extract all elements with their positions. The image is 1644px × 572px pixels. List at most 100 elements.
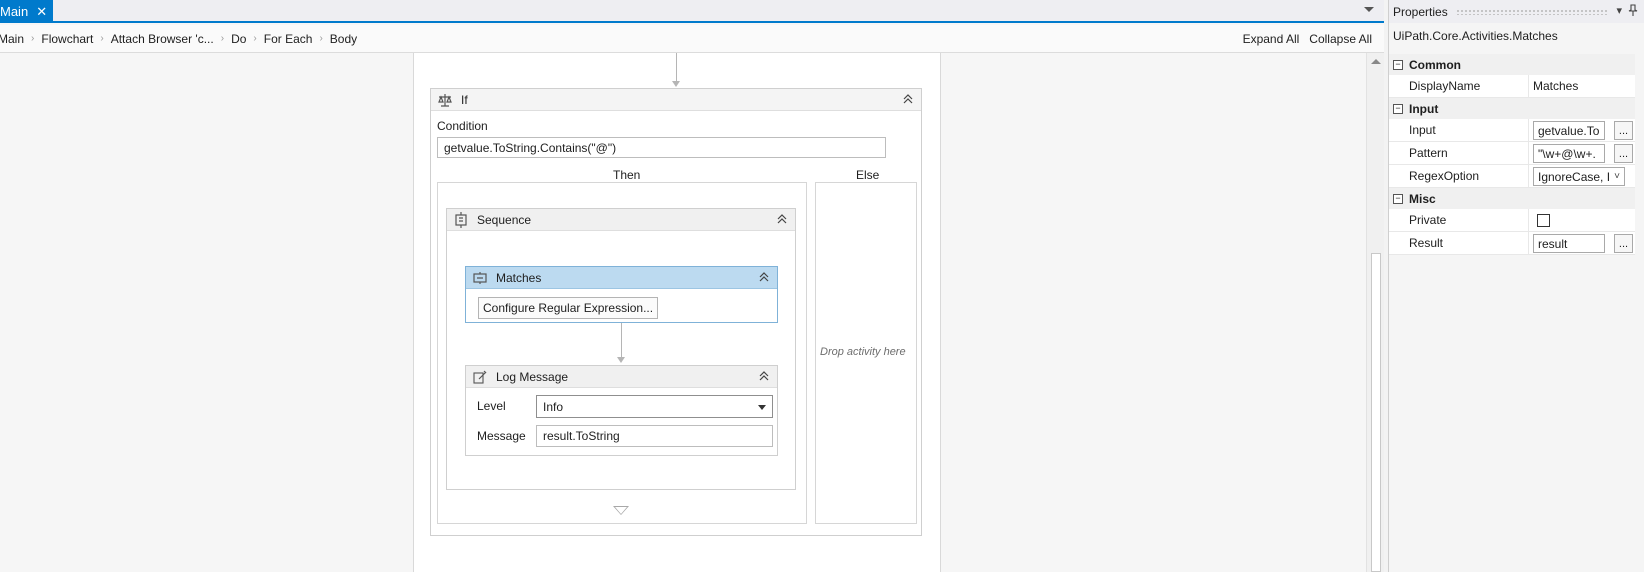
chevron-down-icon[interactable]: ˅ — [1610, 168, 1624, 185]
collapse-minus-icon[interactable]: − — [1393, 193, 1403, 204]
log-message-pencil-icon — [472, 369, 488, 385]
collapse-minus-icon[interactable]: − — [1393, 59, 1403, 70]
property-name: Input — [1389, 119, 1529, 141]
collapse-icon[interactable] — [757, 369, 771, 383]
tab-main[interactable]: Main ✕ — [0, 0, 54, 23]
breadcrumb-item-flowchart[interactable]: Flowchart — [41, 32, 93, 46]
breadcrumb-item-body[interactable]: Body — [330, 32, 357, 46]
tab-list-dropdown-icon[interactable] — [1364, 7, 1374, 12]
connector-line — [676, 53, 677, 81]
property-row-input[interactable]: Input getvalue.To ... — [1389, 119, 1635, 142]
collapse-minus-icon[interactable]: − — [1393, 103, 1403, 114]
property-row-pattern[interactable]: Pattern "\w+@\w+. ... — [1389, 142, 1635, 165]
result-value-field[interactable]: result — [1533, 234, 1605, 253]
condition-input[interactable]: getvalue.ToString.Contains("@") — [437, 137, 886, 158]
breadcrumb-item-for-each[interactable]: For Each — [264, 32, 313, 46]
panel-dropdown-icon[interactable]: ▾ — [1616, 4, 1622, 19]
scrollbar-thumb[interactable] — [1371, 253, 1381, 572]
message-label: Message — [477, 429, 526, 443]
breadcrumb-item-do[interactable]: Do — [231, 32, 246, 46]
properties-panel: Properties ▾ UiPath.Core.Activities.Matc… — [1388, 0, 1644, 572]
property-value-cell — [1529, 209, 1635, 231]
property-value-cell: "\w+@\w+. ... — [1529, 142, 1635, 164]
sequence-icon — [453, 211, 469, 228]
property-name: RegexOption — [1389, 165, 1529, 187]
property-value-cell: getvalue.To ... — [1529, 119, 1635, 141]
breadcrumb-separator-icon: › — [319, 33, 323, 44]
drop-zone-triangle-icon[interactable] — [613, 506, 629, 515]
displayname-value[interactable]: Matches — [1529, 75, 1635, 97]
property-name: Private — [1389, 209, 1529, 231]
log-message-activity-header[interactable]: Log Message — [466, 366, 777, 388]
property-value-cell: IgnoreCase, I ˅ — [1529, 165, 1635, 187]
panel-grip[interactable] — [1455, 8, 1609, 15]
collapse-all-button[interactable]: Collapse All — [1309, 32, 1372, 46]
result-ellipsis-button[interactable]: ... — [1614, 234, 1633, 253]
level-select[interactable]: Info — [536, 395, 773, 418]
document-tabstrip: Main ✕ — [0, 0, 1384, 23]
property-row-regexoption[interactable]: RegexOption IgnoreCase, I ˅ — [1389, 165, 1635, 188]
connector-line — [621, 323, 622, 357]
breadcrumb-separator-icon: › — [100, 33, 104, 44]
chevron-down-icon — [758, 405, 766, 410]
breadcrumb-actions: Expand All Collapse All — [1243, 25, 1372, 53]
regexoption-combobox[interactable]: IgnoreCase, I ˅ — [1533, 167, 1625, 186]
configure-regex-button[interactable]: Configure Regular Expression... — [478, 297, 659, 319]
log-message-activity[interactable]: Log Message Level Info Message result.To… — [465, 365, 778, 456]
breadcrumb-item-main[interactable]: Main — [0, 32, 24, 46]
pattern-ellipsis-button[interactable]: ... — [1614, 144, 1633, 163]
then-label: Then — [613, 168, 641, 182]
sequence-activity-header[interactable]: Sequence — [447, 209, 795, 231]
workflow-designer: Main ✕ Main › Flowchart › Attach Browser… — [0, 0, 1384, 572]
breadcrumb-separator-icon: › — [253, 33, 257, 44]
properties-title-bar: Properties ▾ — [1389, 0, 1644, 23]
category-common[interactable]: − Common — [1389, 54, 1635, 75]
property-name: Result — [1389, 232, 1529, 254]
private-checkbox[interactable] — [1537, 213, 1550, 227]
property-name: Pattern — [1389, 142, 1529, 164]
expand-all-button[interactable]: Expand All — [1243, 32, 1300, 46]
else-label: Else — [856, 168, 880, 182]
log-message-activity-title: Log Message — [496, 369, 569, 384]
input-value-field[interactable]: getvalue.To — [1533, 121, 1605, 140]
pin-icon[interactable] — [1628, 4, 1638, 19]
matches-activity[interactable]: Matches Configure Regular Expression... — [465, 266, 778, 323]
pattern-value-field[interactable]: "\w+@\w+. — [1533, 144, 1605, 163]
category-misc-label: Misc — [1409, 191, 1436, 206]
else-drop-hint: Drop activity here — [820, 346, 906, 358]
breadcrumb-separator-icon: › — [220, 33, 225, 44]
matches-activity-header[interactable]: Matches — [466, 267, 777, 289]
level-select-value: Info — [543, 399, 564, 414]
scroll-up-icon[interactable] — [1371, 59, 1381, 64]
property-row-displayname[interactable]: DisplayName Matches — [1389, 75, 1635, 98]
property-name: DisplayName — [1389, 75, 1529, 97]
category-common-label: Common — [1409, 57, 1461, 72]
collapse-icon[interactable] — [775, 212, 789, 226]
matches-regex-icon — [472, 270, 488, 286]
panel-controls: ▾ — [1616, 4, 1644, 19]
breadcrumb: Main › Flowchart › Attach Browser 'c... … — [0, 25, 1384, 53]
breadcrumb-item-attach-browser[interactable]: Attach Browser 'c... — [111, 32, 214, 46]
input-ellipsis-button[interactable]: ... — [1614, 121, 1633, 140]
sequence-activity-title: Sequence — [477, 212, 532, 227]
if-activity-header[interactable]: If — [431, 89, 921, 111]
property-value-cell: result ... — [1529, 232, 1635, 254]
properties-type-name: UiPath.Core.Activities.Matches — [1393, 29, 1558, 43]
properties-title: Properties — [1393, 4, 1448, 19]
message-input[interactable]: result.ToString — [536, 425, 773, 447]
property-row-private[interactable]: Private — [1389, 209, 1635, 232]
condition-label: Condition — [437, 119, 488, 133]
collapse-icon[interactable] — [901, 92, 915, 106]
category-misc[interactable]: − Misc — [1389, 188, 1635, 209]
collapse-icon[interactable] — [757, 270, 771, 284]
category-input[interactable]: − Input — [1389, 98, 1635, 119]
property-row-result[interactable]: Result result ... — [1389, 232, 1635, 255]
regexoption-value: IgnoreCase, I — [1538, 169, 1611, 184]
tab-main-label: Main — [0, 4, 29, 19]
connector-arrow-icon — [617, 357, 625, 363]
else-branch[interactable]: Drop activity here — [815, 182, 917, 524]
designer-vertical-scrollbar[interactable] — [1366, 53, 1384, 572]
close-icon[interactable]: ✕ — [36, 5, 47, 18]
matches-activity-title: Matches — [496, 270, 542, 285]
category-input-label: Input — [1409, 101, 1439, 116]
